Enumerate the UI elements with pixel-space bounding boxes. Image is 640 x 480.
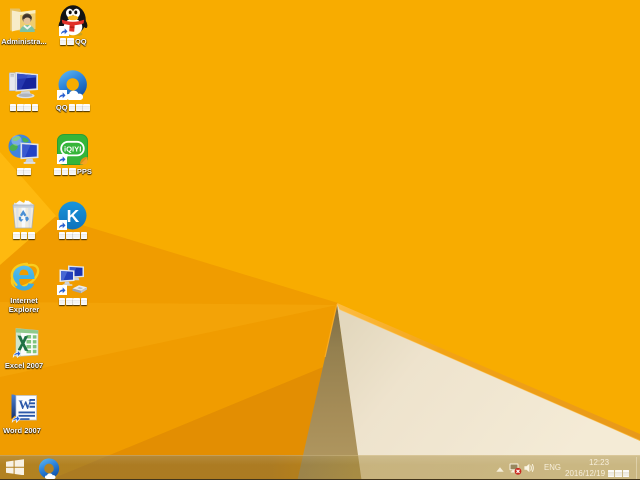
svg-text:iQIYI: iQIYI <box>64 144 81 153</box>
svg-text:K: K <box>67 206 80 226</box>
